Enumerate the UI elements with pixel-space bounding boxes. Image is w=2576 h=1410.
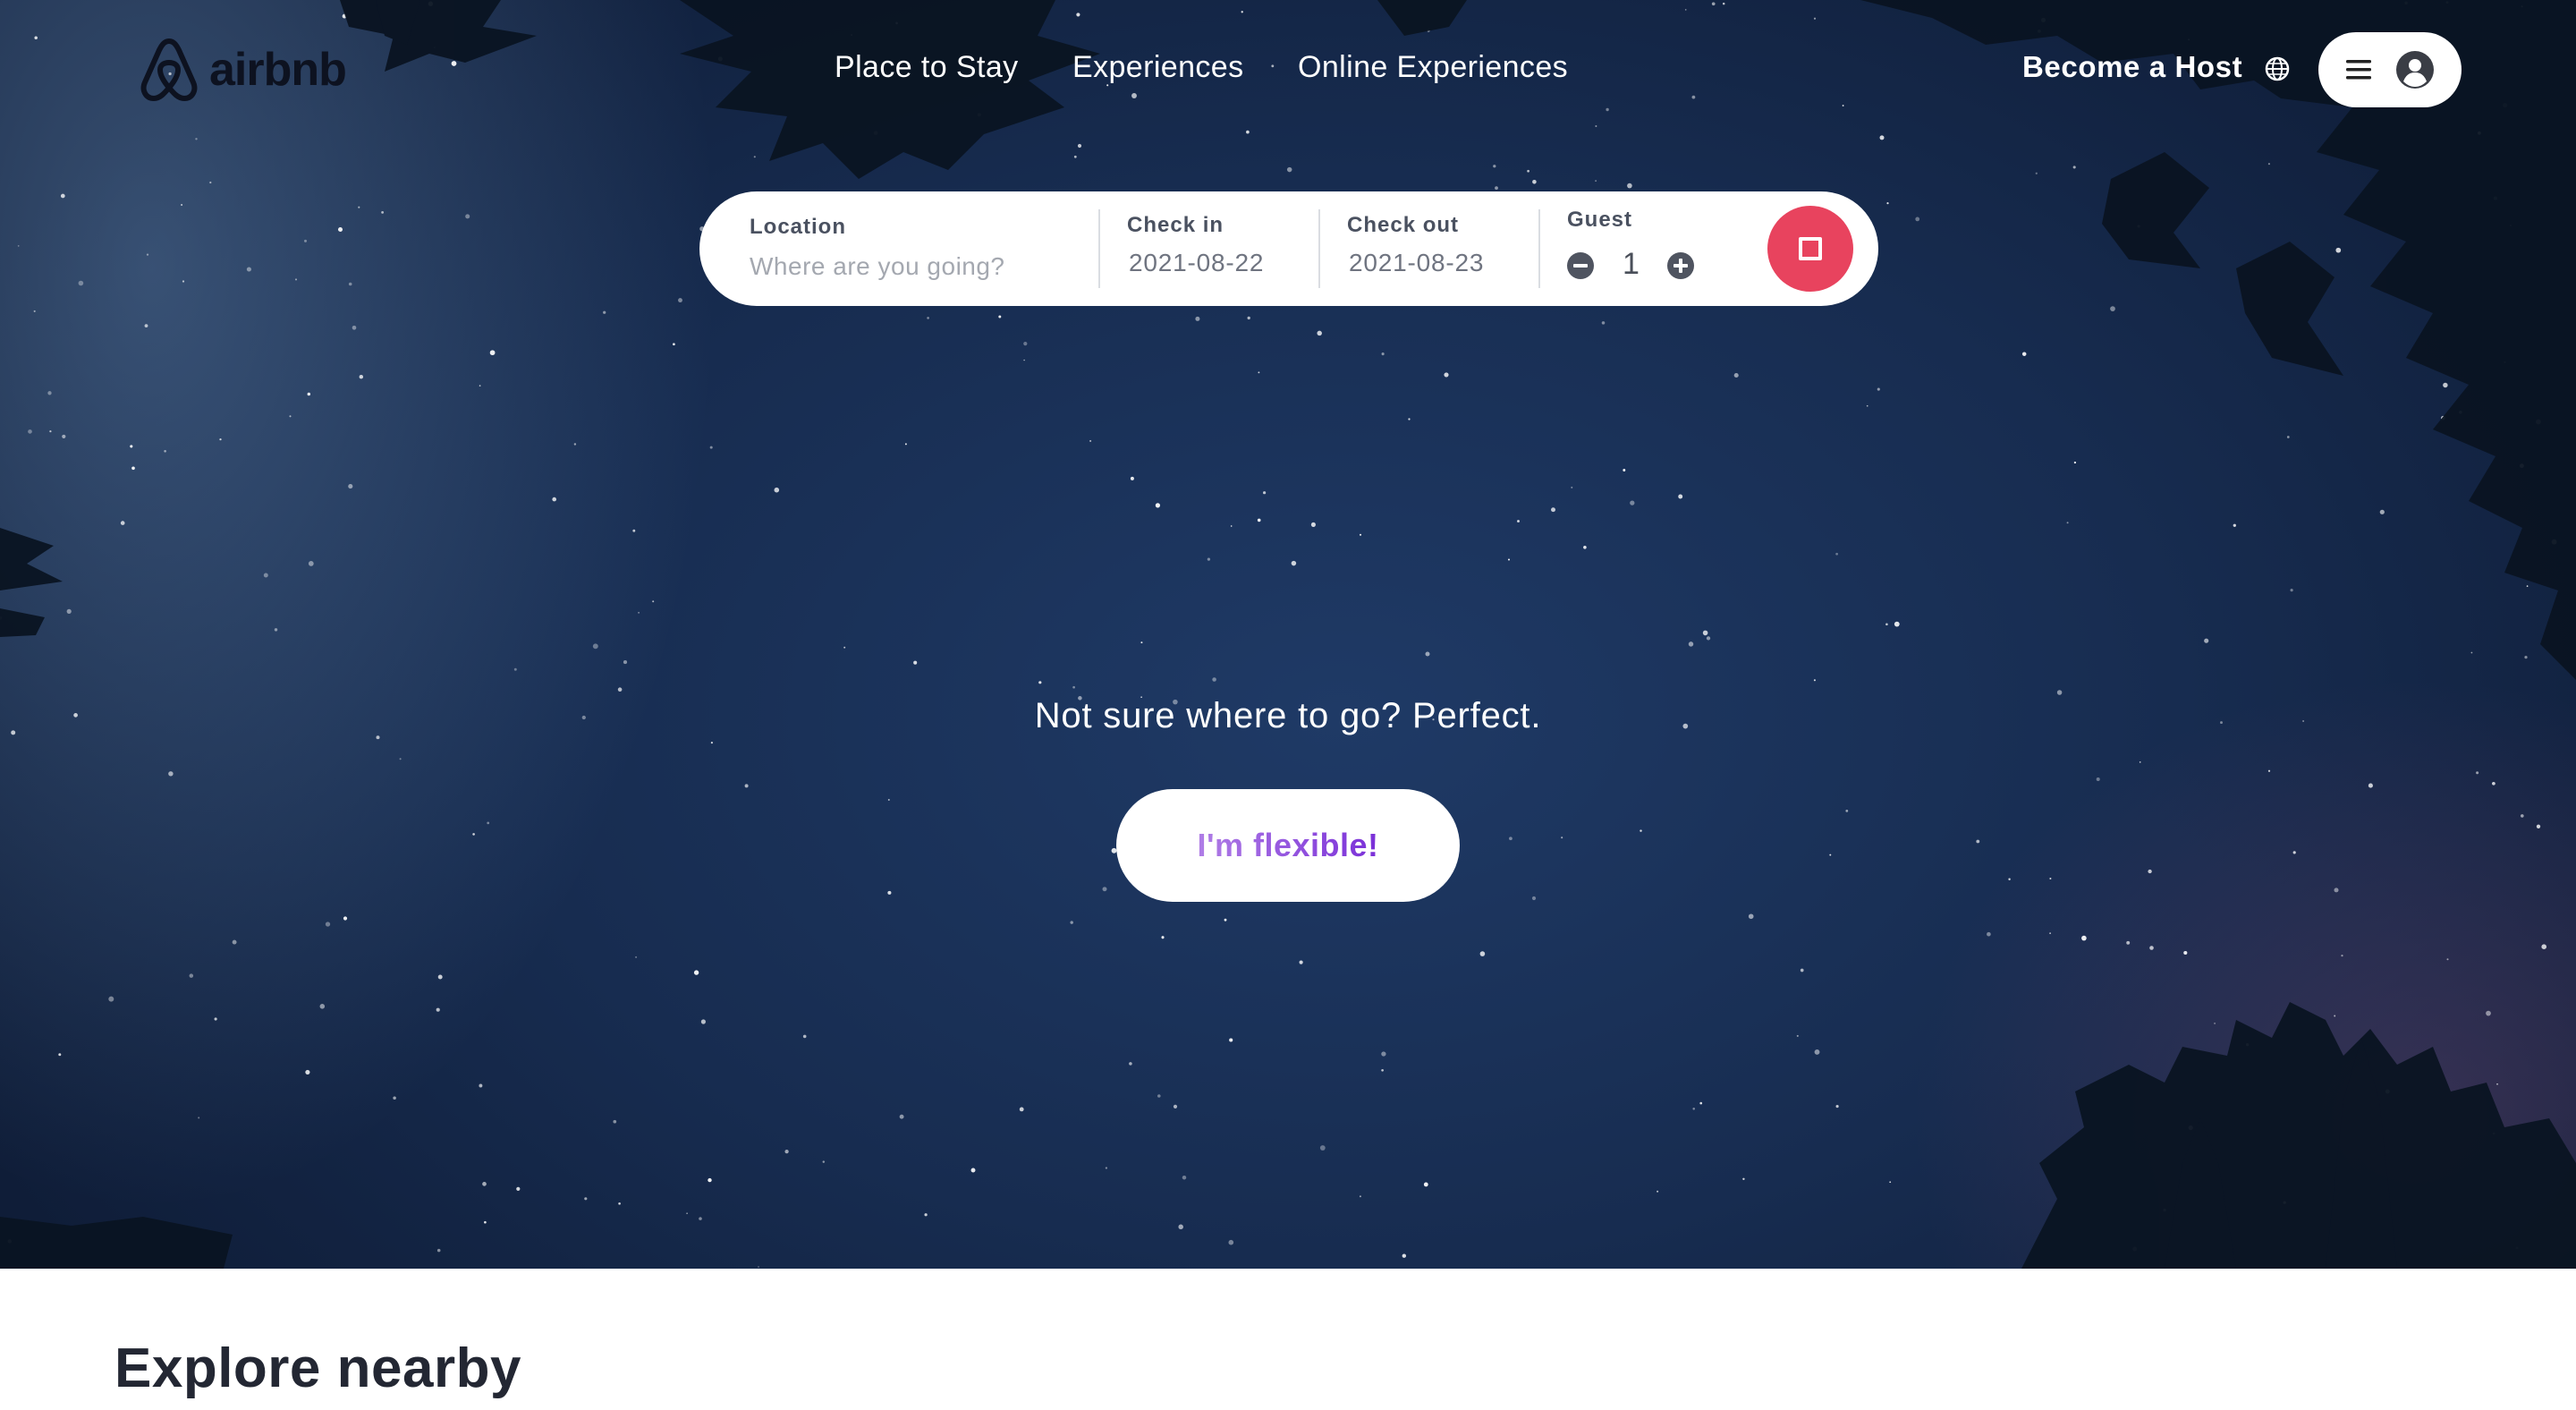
location-field[interactable]: Location [699,191,1098,306]
become-host-link[interactable]: Become a Host [2022,50,2242,84]
hamburger-icon [2346,60,2371,80]
guest-label: Guest [1567,208,1633,232]
plus-circle-icon[interactable] [1667,252,1694,279]
guest-count: 1 [1623,247,1640,281]
checkout-value[interactable]: 2021-08-23 [1349,249,1484,277]
checkin-field[interactable]: Check in 2021-08-22 [1100,191,1318,306]
square-icon [1799,237,1822,260]
explore-nearby-heading: Explore nearby [114,1338,521,1399]
checkin-value[interactable]: 2021-08-22 [1129,249,1264,277]
nav-experiences[interactable]: Experiences [1072,50,1244,85]
checkin-label: Check in [1127,213,1224,237]
search-bar: Location Check in 2021-08-22 Check out 2… [699,191,1878,306]
flexible-button-label: I'm flexible! [1197,827,1379,863]
nav-online-experiences[interactable]: Online Experiences [1298,50,1568,85]
search-submit-button[interactable] [1767,206,1853,292]
user-avatar-icon [2396,51,2434,89]
hero-tagline: Not sure where to go? Perfect. [1034,696,1542,735]
location-label: Location [750,215,846,239]
flexible-button[interactable]: I'm flexible! [1116,789,1460,902]
hero-banner [0,0,2576,1269]
airbnb-logo[interactable]: airbnb [138,36,347,104]
tree-silhouettes [0,0,2576,1269]
guest-field: Guest 1 [1540,191,1755,306]
checkout-field[interactable]: Check out 2021-08-23 [1320,191,1538,306]
minus-circle-icon[interactable] [1567,252,1594,279]
location-input[interactable] [750,249,1072,285]
user-menu-button[interactable] [2318,32,2462,107]
nav-place-to-stay[interactable]: Place to Stay [835,50,1019,85]
checkout-label: Check out [1347,213,1460,237]
brand-name: airbnb [209,44,347,96]
airbnb-belo-icon [140,38,198,101]
globe-icon[interactable] [2264,55,2291,82]
